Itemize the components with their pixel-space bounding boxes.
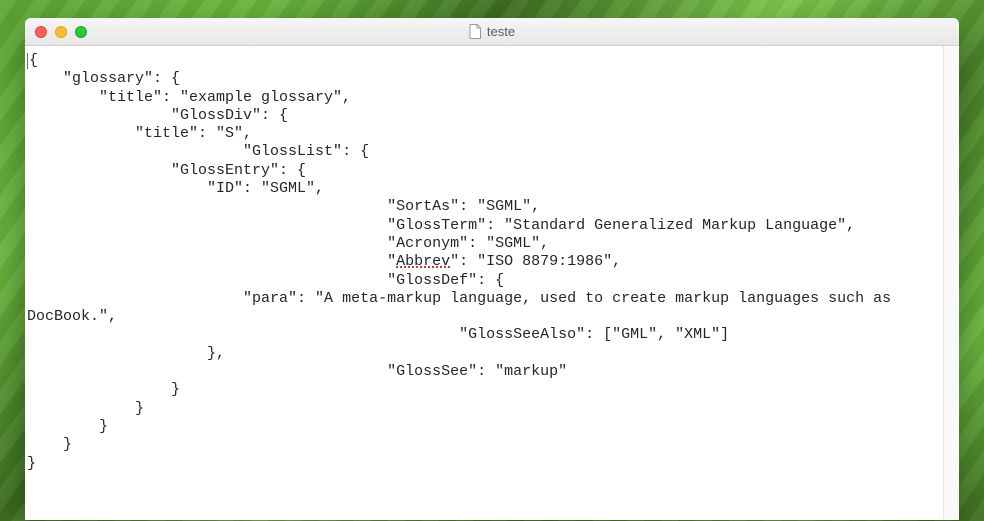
minimize-button[interactable] (55, 26, 67, 38)
editor-line: "GlossDef": { (27, 272, 504, 289)
spell-error: Abbrev (396, 253, 450, 270)
editor-line: "title": "example glossary", (27, 89, 351, 106)
editor-line: "para": "A meta-markup language, used to… (27, 290, 900, 325)
text-editor-window: teste { "glossary": { "title": "example … (25, 18, 959, 520)
window-title: teste (25, 24, 959, 39)
zoom-button[interactable] (75, 26, 87, 38)
window-title-text: teste (487, 24, 515, 39)
editor-line: "title": "S", (27, 125, 252, 142)
close-button[interactable] (35, 26, 47, 38)
editor-line: "GlossSeeAlso": ["GML", "XML"] (27, 326, 729, 343)
editor-line: "GlossEntry": { (27, 162, 306, 179)
editor-line: "ID": "SGML", (27, 180, 324, 197)
editor-line: "GlossTerm": "Standard Generalized Marku… (27, 217, 855, 234)
text-caret (27, 53, 28, 69)
editor-line: } (27, 400, 144, 417)
window-titlebar[interactable]: teste (25, 18, 959, 46)
editor-line: } (27, 436, 72, 453)
editor-line: "Abbrev": "ISO 8879:1986", (27, 253, 621, 270)
editor-line: "glossary": { (27, 70, 180, 87)
traffic-lights (25, 26, 87, 38)
editor-line: "GlossSee": "markup" (27, 363, 567, 380)
editor-textarea[interactable]: { "glossary": { "title": "example glossa… (25, 46, 959, 520)
editor-line: "SortAs": "SGML", (27, 198, 540, 215)
editor-line: "Acronym": "SGML", (27, 235, 549, 252)
editor-line: } (27, 381, 180, 398)
editor-line: "GlossList": { (27, 143, 369, 160)
editor-line: }, (27, 345, 225, 362)
vertical-scrollbar[interactable] (943, 46, 958, 520)
editor-line: } (27, 418, 108, 435)
editor-line: { (29, 52, 38, 69)
document-icon (469, 24, 481, 39)
editor-line: } (27, 455, 36, 472)
editor-line: "GlossDiv": { (27, 107, 288, 124)
